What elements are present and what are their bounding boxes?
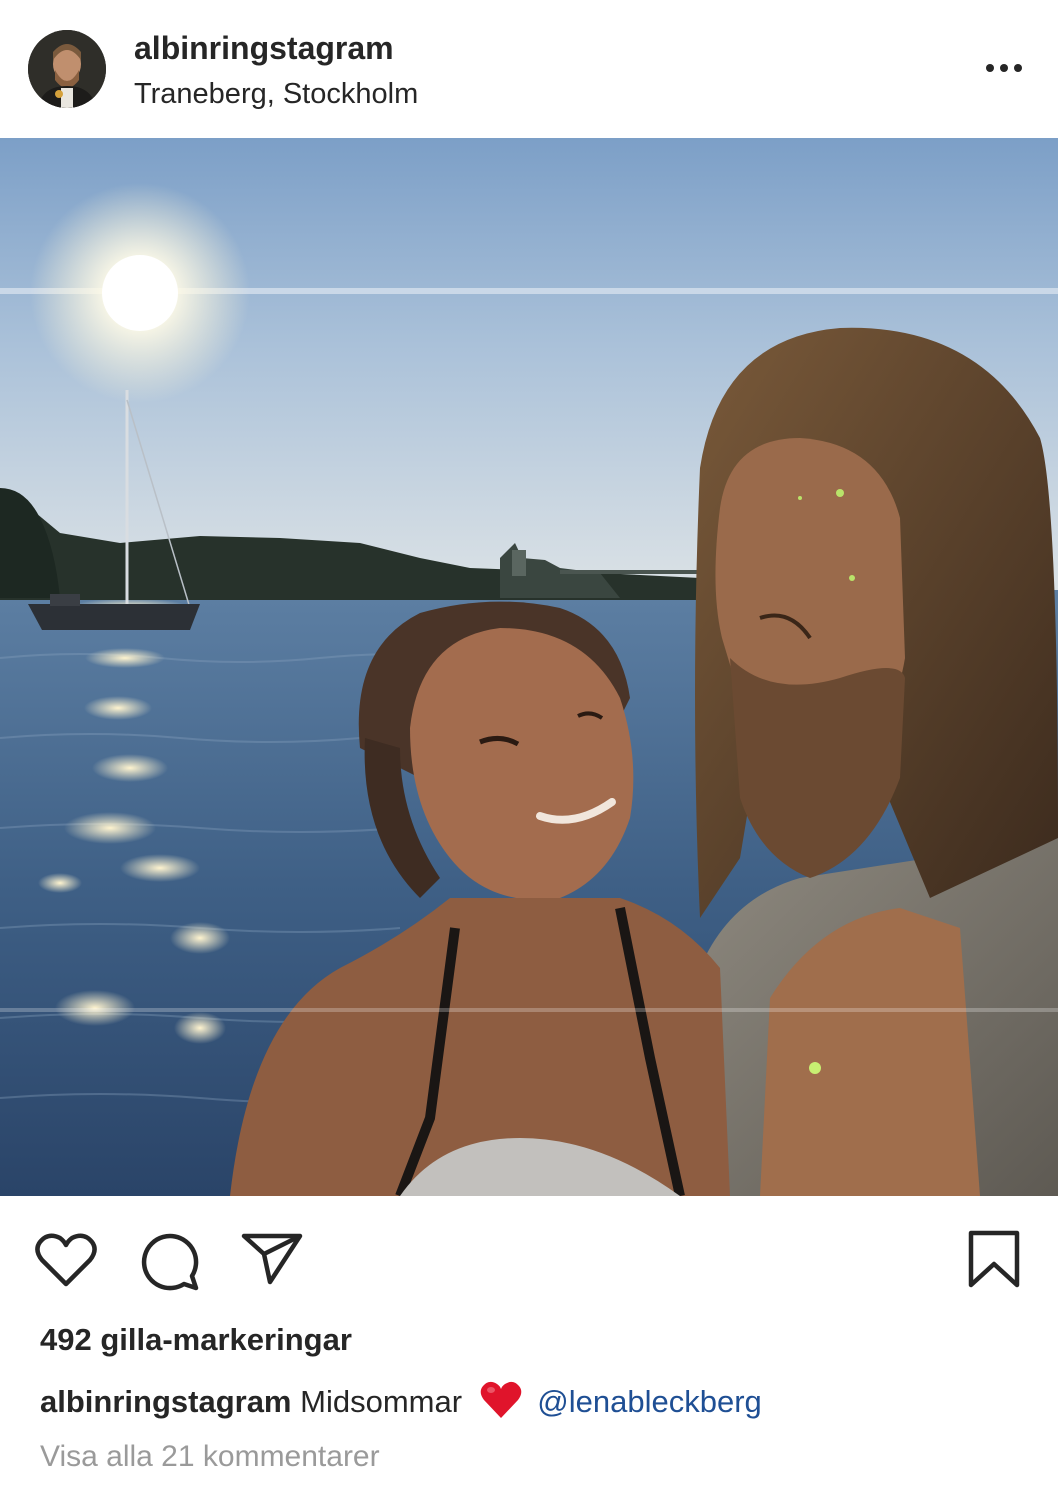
- post-location[interactable]: Traneberg, Stockholm: [134, 78, 418, 111]
- avatar[interactable]: [28, 30, 106, 108]
- post-photo[interactable]: [0, 138, 1058, 1196]
- post-header: albinringstagram Traneberg, Stockholm: [0, 0, 1058, 138]
- bookmark-icon: [968, 1230, 1020, 1288]
- red-heart-emoji-icon: [479, 1380, 523, 1428]
- likes-count[interactable]: 492 gilla-markeringar: [40, 1322, 352, 1358]
- share-button[interactable]: [240, 1230, 304, 1291]
- comment-bubble-icon: [141, 1233, 199, 1291]
- sunset-couple-photo: [0, 138, 1058, 1196]
- action-bar: [0, 1196, 1058, 1316]
- like-button[interactable]: [34, 1232, 98, 1295]
- caption-text: Midsommar: [300, 1384, 463, 1419]
- more-options-button[interactable]: [980, 50, 1030, 86]
- more-horizontal-icon: [986, 64, 1022, 72]
- post-username[interactable]: albinringstagram: [134, 30, 394, 67]
- heart-outline-icon: [35, 1233, 97, 1287]
- view-all-comments-link[interactable]: Visa alla 21 kommentarer: [40, 1440, 380, 1474]
- comment-button[interactable]: [140, 1232, 202, 1297]
- caption-username[interactable]: albinringstagram: [40, 1384, 292, 1419]
- save-button[interactable]: [966, 1228, 1022, 1295]
- caption-mention[interactable]: @lenableckberg: [537, 1384, 762, 1419]
- caption: albinringstagram Midsommar @lenableckber…: [40, 1380, 762, 1428]
- paper-plane-icon: [241, 1233, 303, 1285]
